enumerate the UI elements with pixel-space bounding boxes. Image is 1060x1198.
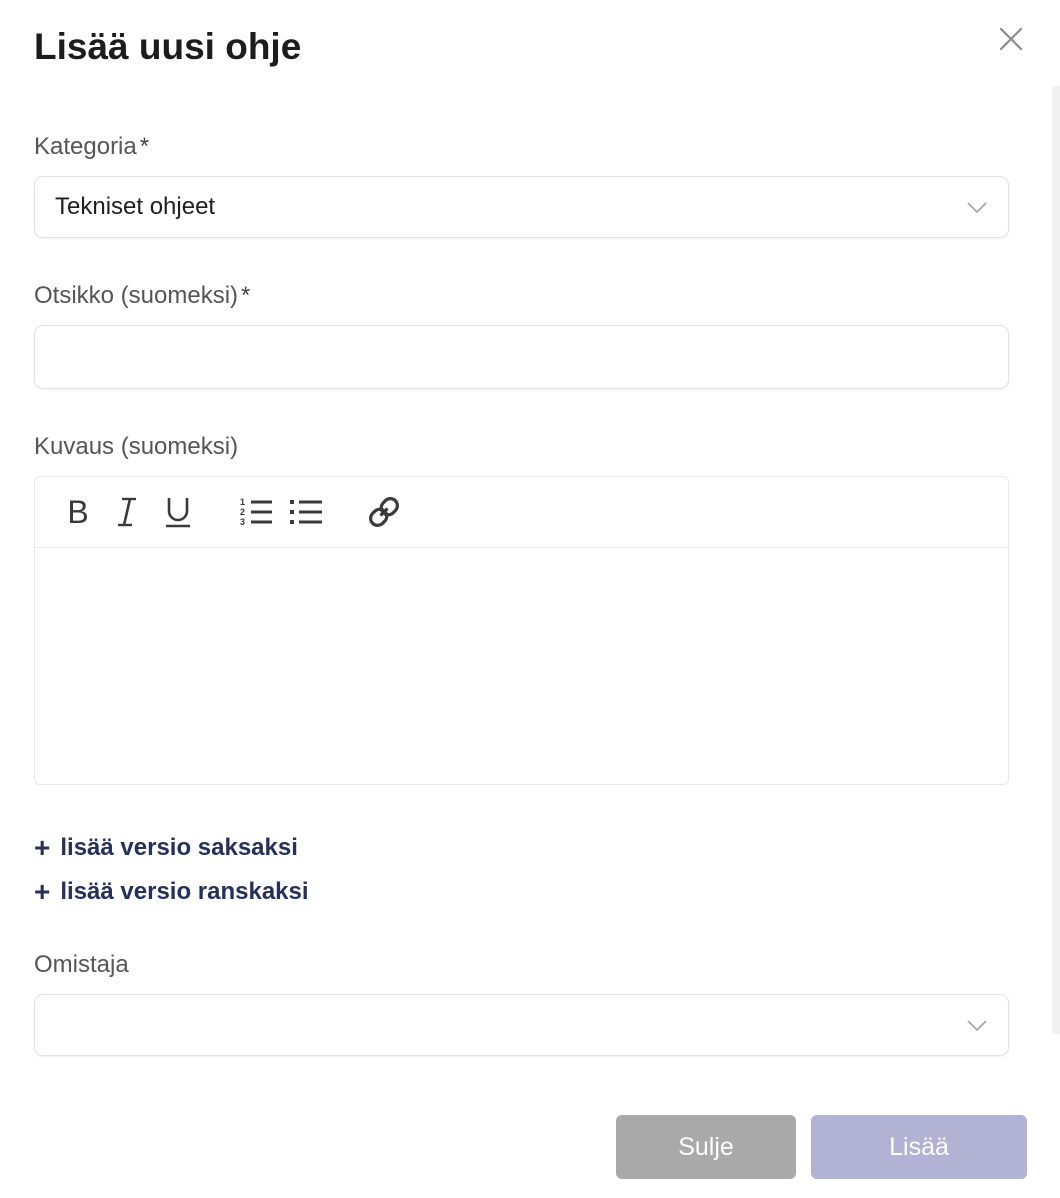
underline-icon (166, 498, 190, 528)
description-editor: B 1 2 3 (34, 476, 1009, 785)
required-mark: * (241, 282, 251, 309)
editor-content-area[interactable] (35, 548, 1008, 785)
close-modal-button[interactable] (994, 22, 1028, 56)
add-german-version-link[interactable]: + lisää versio saksaksi (34, 833, 298, 863)
add-french-version-link[interactable]: + lisää versio ranskaksi (34, 877, 309, 907)
plus-icon: + (34, 876, 51, 907)
plus-icon: + (34, 832, 51, 863)
bold-icon: B (67, 495, 88, 529)
category-label-text: Kategoria (34, 133, 137, 160)
italic-button[interactable] (109, 493, 145, 531)
owner-select[interactable] (34, 994, 1009, 1056)
add-button[interactable]: Lisää (811, 1115, 1027, 1179)
scrollbar[interactable] (1052, 86, 1060, 1034)
ordered-list-button[interactable]: 1 2 3 (238, 493, 274, 531)
title-input[interactable] (34, 325, 1009, 389)
add-german-version-text: lisää versio saksaksi (60, 834, 298, 861)
description-label: Kuvaus (suomeksi) (34, 433, 239, 460)
italic-icon (118, 497, 136, 527)
owner-label: Omistaja (34, 951, 129, 978)
category-select[interactable]: Tekniset ohjeet (34, 176, 1009, 238)
required-mark: * (139, 133, 150, 160)
add-instruction-modal: Lisää uusi ohje Kategoria * Tekniset ohje… (0, 0, 1060, 1198)
category-selected-value: Tekniset ohjeet (55, 193, 216, 220)
title-label-text: Otsikko (suomeksi) (34, 282, 239, 309)
bullet-list-button[interactable] (288, 493, 324, 531)
link-icon (369, 497, 399, 527)
underline-button[interactable] (160, 493, 196, 531)
editor-toolbar: B 1 2 3 (35, 477, 1008, 548)
link-button[interactable] (366, 493, 402, 531)
modal-title: Lisää uusi ohje (34, 26, 302, 67)
svg-text:2: 2 (240, 507, 245, 517)
chevron-down-icon (967, 202, 987, 214)
svg-text:3: 3 (240, 517, 245, 527)
bullet-list-icon (290, 500, 322, 524)
title-label: Otsikko (suomeksi) * (34, 281, 250, 311)
svg-text:B: B (67, 495, 88, 529)
ordered-list-icon: 1 2 3 (240, 497, 272, 527)
chevron-down-icon (967, 1020, 987, 1032)
category-label: Kategoria * (34, 132, 149, 162)
add-french-version-text: lisää versio ranskaksi (60, 878, 309, 905)
bold-button[interactable]: B (60, 493, 96, 531)
close-icon (999, 27, 1023, 51)
svg-text:1: 1 (240, 497, 245, 507)
close-button[interactable]: Sulje (616, 1115, 796, 1179)
